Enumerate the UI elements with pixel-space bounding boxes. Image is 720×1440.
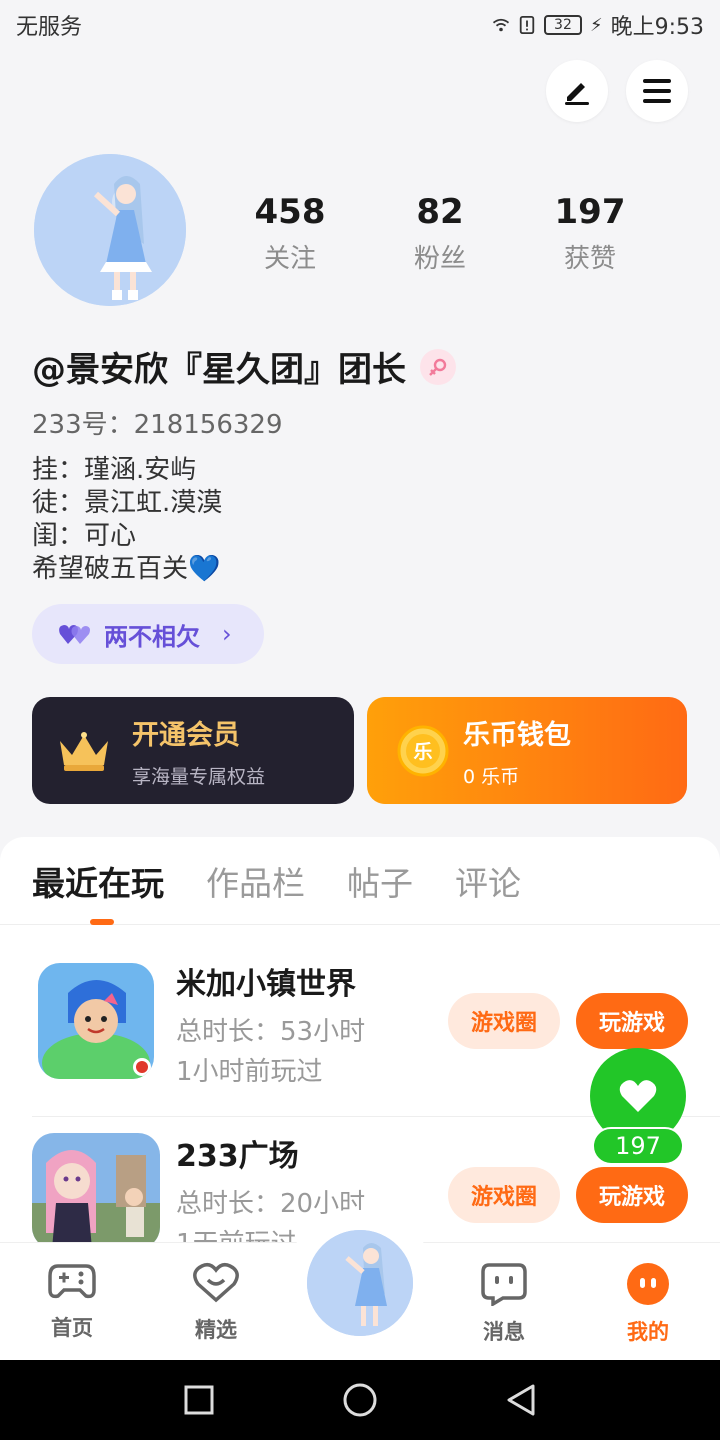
- heart-chat-icon: [193, 1262, 239, 1303]
- stat-value: 197: [554, 192, 626, 232]
- nav-label: 消息: [483, 1320, 525, 1344]
- hamburger-icon: [643, 79, 671, 103]
- stat-likes[interactable]: 197 获赞: [520, 190, 660, 275]
- profile-dots-icon: [627, 1263, 669, 1305]
- user-id: 233号：218156329: [32, 410, 283, 440]
- wallet-balance: 0 乐币: [463, 765, 520, 788]
- wallet-title: 乐币钱包: [463, 719, 571, 751]
- bio-line: 挂：瑾涵.安屿: [32, 455, 197, 485]
- game-icon: [38, 963, 154, 1079]
- bio: 挂：瑾涵.安屿 徒：景江虹.漠漠 闺：可心 希望破五百关💙: [32, 454, 222, 586]
- edit-profile-button[interactable]: [546, 60, 608, 122]
- game-name: 233广场: [176, 1139, 299, 1174]
- tab-posts[interactable]: 帖子: [347, 857, 413, 905]
- gamepad-icon: [48, 1264, 96, 1299]
- nav-item-home[interactable]: 首页: [22, 1262, 122, 1342]
- play-game-button[interactable]: 玩游戏: [576, 1167, 688, 1223]
- stat-value: 458: [254, 192, 326, 232]
- tab-bar: 最近在玩 作品栏 帖子 评论: [0, 837, 720, 925]
- system-nav-bar: [0, 1360, 720, 1440]
- wallet-card[interactable]: 乐 乐币钱包 0 乐币: [367, 697, 687, 804]
- tab-works[interactable]: 作品栏: [206, 857, 305, 905]
- coin-icon: 乐: [397, 725, 449, 776]
- nav-item-profile[interactable]: 我的: [598, 1262, 698, 1346]
- nav-item-messages[interactable]: 消息: [454, 1262, 554, 1346]
- sim-alert-icon: [519, 16, 535, 34]
- content-panel: 最近在玩 作品栏 帖子 评论 米加小镇世界 总时长：53小时 1小时前玩过 游戏…: [0, 837, 720, 1257]
- profile-avatar[interactable]: [34, 154, 186, 306]
- nav-center-avatar[interactable]: [304, 1227, 416, 1339]
- female-icon: [420, 348, 456, 385]
- home-icon[interactable]: [342, 1382, 378, 1418]
- wifi-icon: [492, 18, 510, 32]
- stat-following[interactable]: 458 关注: [220, 190, 360, 275]
- nav-label: 我的: [627, 1320, 669, 1344]
- linked-hearts-icon: [59, 625, 90, 644]
- bio-line: 徒：景江虹.漠漠: [32, 488, 223, 518]
- avatar-character-image: [34, 154, 186, 306]
- tab-comments[interactable]: 评论: [455, 857, 521, 905]
- vip-subtitle: 享海量专属权益: [132, 765, 266, 788]
- menu-button[interactable]: [626, 60, 688, 122]
- username-row: @景安欣『星久团』团长: [32, 342, 456, 391]
- game-duration: 总时长：53小时: [176, 1017, 366, 1047]
- game-circle-button[interactable]: 游戏圈: [448, 1167, 560, 1223]
- like-count: 197: [592, 1127, 684, 1165]
- profile-stats: 458 关注 82 粉丝 197 获赞: [220, 190, 660, 275]
- relation-tag[interactable]: 两不相欠 ›: [32, 604, 264, 664]
- stat-label: 粉丝: [413, 244, 466, 274]
- game-last-played: 1小时前玩过: [176, 1057, 323, 1087]
- tab-indicator: [90, 919, 114, 925]
- game-circle-button[interactable]: 游戏圈: [448, 993, 560, 1049]
- recent-apps-icon[interactable]: [183, 1384, 215, 1416]
- nav-item-featured[interactable]: 精选: [166, 1262, 266, 1344]
- game-name: 米加小镇世界: [176, 967, 356, 1002]
- vip-card[interactable]: 开通会员 享海量专属权益: [32, 697, 354, 804]
- crown-icon: [60, 731, 108, 771]
- battery-icon: 32: [543, 15, 582, 35]
- clock-text: 晚上9:53: [610, 15, 704, 40]
- charging-icon: ⚡: [589, 14, 603, 36]
- status-icons: 32 ⚡ 晚上9:53: [492, 9, 704, 41]
- pen-icon: [565, 83, 589, 105]
- game-icon: [32, 1133, 160, 1249]
- stat-label: 关注: [263, 244, 316, 274]
- heart-icon: [619, 1080, 657, 1112]
- stat-label: 获赞: [563, 244, 616, 274]
- nav-label: 精选: [195, 1318, 237, 1342]
- back-icon[interactable]: [505, 1383, 537, 1417]
- stat-value: 82: [416, 192, 464, 232]
- message-icon: [481, 1263, 527, 1308]
- chevron-right-icon: ›: [222, 620, 232, 648]
- bio-line: 闺：可心: [32, 521, 137, 551]
- status-bar: 无服务 32 ⚡ 晚上9:53: [0, 0, 720, 50]
- vip-title: 开通会员: [132, 719, 240, 751]
- stat-fans[interactable]: 82 粉丝: [370, 190, 510, 275]
- tab-recent[interactable]: 最近在玩: [32, 857, 164, 905]
- avatar-character-image: [307, 1230, 413, 1336]
- nav-label: 首页: [51, 1316, 93, 1340]
- bio-line: 希望破五百关💙: [32, 554, 221, 584]
- relation-text: 两不相欠: [104, 622, 200, 651]
- play-game-button[interactable]: 玩游戏: [576, 993, 688, 1049]
- top-actions: [546, 60, 688, 122]
- coin-glyph: 乐: [413, 741, 432, 763]
- username: @景安欣『星久团』团长: [32, 350, 406, 390]
- carrier-text: 无服务: [16, 15, 83, 40]
